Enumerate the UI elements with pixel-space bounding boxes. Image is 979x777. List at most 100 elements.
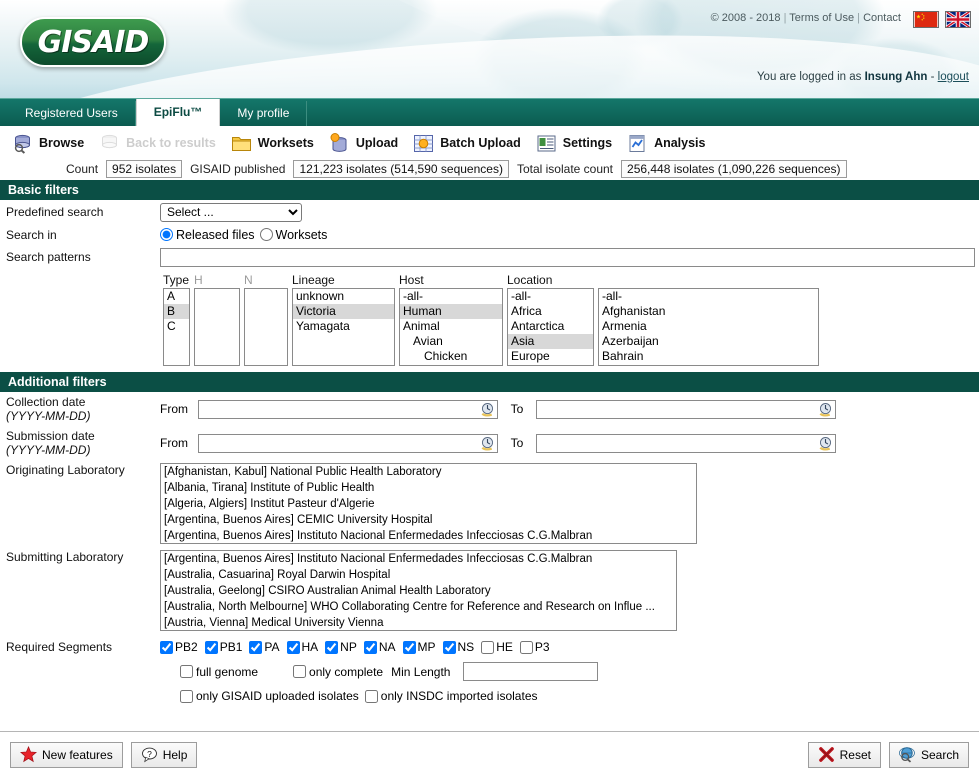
submitting-laboratory-option[interactable]: [Australia, Geelong] CSIRO Australian An…: [161, 583, 676, 599]
segment-pb2-checkbox[interactable]: [160, 640, 173, 654]
new-features-button[interactable]: New features: [10, 741, 123, 768]
help-button[interactable]: ? Help: [130, 741, 198, 768]
full-genome-checkbox[interactable]: [180, 665, 193, 678]
lineage-option[interactable]: Victoria: [293, 304, 394, 319]
segment-ha-option[interactable]: HA: [286, 640, 318, 654]
segment-ns-option[interactable]: NS: [442, 640, 474, 654]
location-country-option[interactable]: Afghanistan: [599, 304, 818, 319]
segment-p3-option[interactable]: P3: [519, 640, 550, 654]
type-option[interactable]: C: [164, 319, 189, 334]
search-patterns-input[interactable]: [160, 247, 975, 267]
collection-date-to-input[interactable]: [536, 399, 836, 419]
submitting-laboratory-option[interactable]: [Austria, Vienna] Medical University Vie…: [161, 615, 676, 630]
flag-uk-icon[interactable]: [945, 11, 971, 28]
submitting-laboratory-option[interactable]: [Argentina, Buenos Aires] Instituto Naci…: [161, 551, 676, 567]
originating-laboratory-option[interactable]: [Argentina, Buenos Aires] CEMIC Universi…: [161, 512, 696, 528]
search-button[interactable]: Search: [888, 741, 969, 768]
search-in-worksets-option[interactable]: Worksets: [259, 228, 327, 242]
segment-he-checkbox[interactable]: [481, 640, 495, 654]
segment-pa-checkbox[interactable]: [249, 640, 263, 654]
tab-registered-users[interactable]: Registered Users: [8, 101, 136, 126]
host-option[interactable]: Avian: [400, 334, 502, 349]
location-country-option[interactable]: Bahrain: [599, 349, 818, 364]
location-country-option[interactable]: Azerbaijan: [599, 334, 818, 349]
h-listbox[interactable]: [194, 288, 240, 366]
terms-of-use-link[interactable]: Terms of Use: [789, 12, 854, 24]
full-genome-option[interactable]: full genome: [180, 665, 258, 679]
calendar-icon[interactable]: [480, 402, 495, 417]
toolbar-browse-button[interactable]: Browse: [10, 133, 97, 154]
only-insdc-imported-checkbox[interactable]: [364, 689, 378, 703]
collection-date-from-input[interactable]: [198, 399, 498, 419]
type-option[interactable]: A: [164, 289, 189, 304]
search-in-released-files-option[interactable]: Released files: [160, 228, 255, 242]
gisaid-logo[interactable]: GISAID: [20, 17, 166, 67]
originating-laboratory-option[interactable]: [Argentina, Buenos Aires] Instituto Naci…: [161, 528, 696, 543]
segment-mp-option[interactable]: MP: [402, 640, 436, 654]
host-option[interactable]: -all-: [400, 289, 502, 304]
location-country-option[interactable]: Armenia: [599, 319, 818, 334]
location-region-option[interactable]: Europe: [508, 349, 593, 364]
location-region-listbox[interactable]: -all- Africa Antarctica Asia Europe: [507, 288, 594, 366]
type-option[interactable]: B: [164, 304, 189, 319]
logout-link[interactable]: logout: [938, 71, 969, 83]
location-region-option[interactable]: Africa: [508, 304, 593, 319]
only-complete-checkbox[interactable]: [293, 665, 307, 678]
segment-na-option[interactable]: NA: [363, 640, 396, 654]
only-gisaid-uploaded-checkbox[interactable]: [180, 689, 193, 703]
calendar-icon[interactable]: [818, 402, 833, 417]
calendar-icon[interactable]: [818, 436, 833, 451]
segment-he-option[interactable]: HE: [481, 640, 513, 654]
location-region-option[interactable]: Antarctica: [508, 319, 593, 334]
lineage-option[interactable]: Yamagata: [293, 319, 394, 334]
submitting-laboratory-option[interactable]: [Australia, Casuarina] Royal Darwin Hosp…: [161, 567, 676, 583]
location-region-option[interactable]: Asia: [508, 334, 593, 349]
host-listbox[interactable]: -all- Human Animal Avian Chicken: [399, 288, 503, 366]
segment-ns-checkbox[interactable]: [442, 640, 456, 654]
min-length-input[interactable]: [463, 662, 599, 681]
segment-np-checkbox[interactable]: [325, 640, 339, 654]
segment-na-checkbox[interactable]: [363, 640, 377, 654]
submitting-laboratory-option[interactable]: [Australia, North Melbourne] WHO Collabo…: [161, 599, 676, 615]
location-region-option[interactable]: -all-: [508, 289, 593, 304]
type-listbox[interactable]: A B C: [163, 288, 190, 366]
only-insdc-imported-option[interactable]: only INSDC imported isolates: [364, 689, 538, 703]
tab-epiflu[interactable]: EpiFlu™: [135, 99, 221, 126]
host-option[interactable]: Human: [400, 304, 502, 319]
submitting-laboratory-listbox[interactable]: [Argentina, Buenos Aires] Instituto Naci…: [160, 550, 677, 631]
segment-pb1-checkbox[interactable]: [204, 640, 218, 654]
search-in-released-files-radio[interactable]: [160, 228, 173, 241]
segment-np-option[interactable]: NP: [325, 640, 357, 654]
host-option[interactable]: Animal: [400, 319, 502, 334]
segment-mp-checkbox[interactable]: [402, 640, 416, 654]
location-country-listbox[interactable]: -all- Afghanistan Armenia Azerbaijan Bah…: [598, 288, 819, 366]
n-listbox[interactable]: [244, 288, 288, 366]
submission-date-from-input[interactable]: [198, 433, 498, 453]
toolbar-settings-button[interactable]: Settings: [534, 133, 625, 154]
toolbar-worksets-button[interactable]: Worksets: [229, 133, 327, 154]
reset-button[interactable]: Reset: [807, 741, 881, 768]
segment-pb1-option[interactable]: PB1: [204, 640, 242, 654]
submission-date-to-input[interactable]: [536, 433, 836, 453]
originating-laboratory-option[interactable]: [Algeria, Algiers] Institut Pasteur d'Al…: [161, 496, 696, 512]
segment-p3-checkbox[interactable]: [519, 640, 533, 654]
lineage-listbox[interactable]: unknown Victoria Yamagata: [292, 288, 395, 366]
only-complete-option[interactable]: only complete: [293, 665, 383, 679]
segment-ha-checkbox[interactable]: [286, 640, 300, 654]
only-gisaid-uploaded-option[interactable]: only GISAID uploaded isolates: [180, 689, 359, 703]
predefined-search-select[interactable]: Select ...: [160, 202, 302, 222]
host-option[interactable]: Chicken: [400, 349, 502, 364]
calendar-icon[interactable]: [480, 436, 495, 451]
originating-laboratory-option[interactable]: [Albania, Tirana] Institute of Public He…: [161, 480, 696, 496]
toolbar-upload-button[interactable]: Upload: [327, 132, 411, 154]
tab-my-profile[interactable]: My profile: [220, 101, 308, 126]
originating-laboratory-option[interactable]: [Afghanistan, Kabul] National Public Hea…: [161, 464, 696, 480]
search-in-worksets-radio[interactable]: [259, 228, 273, 241]
originating-laboratory-listbox[interactable]: [Afghanistan, Kabul] National Public Hea…: [160, 463, 697, 544]
toolbar-batch-upload-button[interactable]: Batch Upload: [411, 133, 534, 154]
toolbar-analysis-button[interactable]: Analysis: [625, 133, 718, 154]
segment-pa-option[interactable]: PA: [249, 640, 280, 654]
flag-china-icon[interactable]: [913, 11, 939, 28]
segment-pb2-option[interactable]: PB2: [160, 640, 198, 654]
lineage-option[interactable]: unknown: [293, 289, 394, 304]
